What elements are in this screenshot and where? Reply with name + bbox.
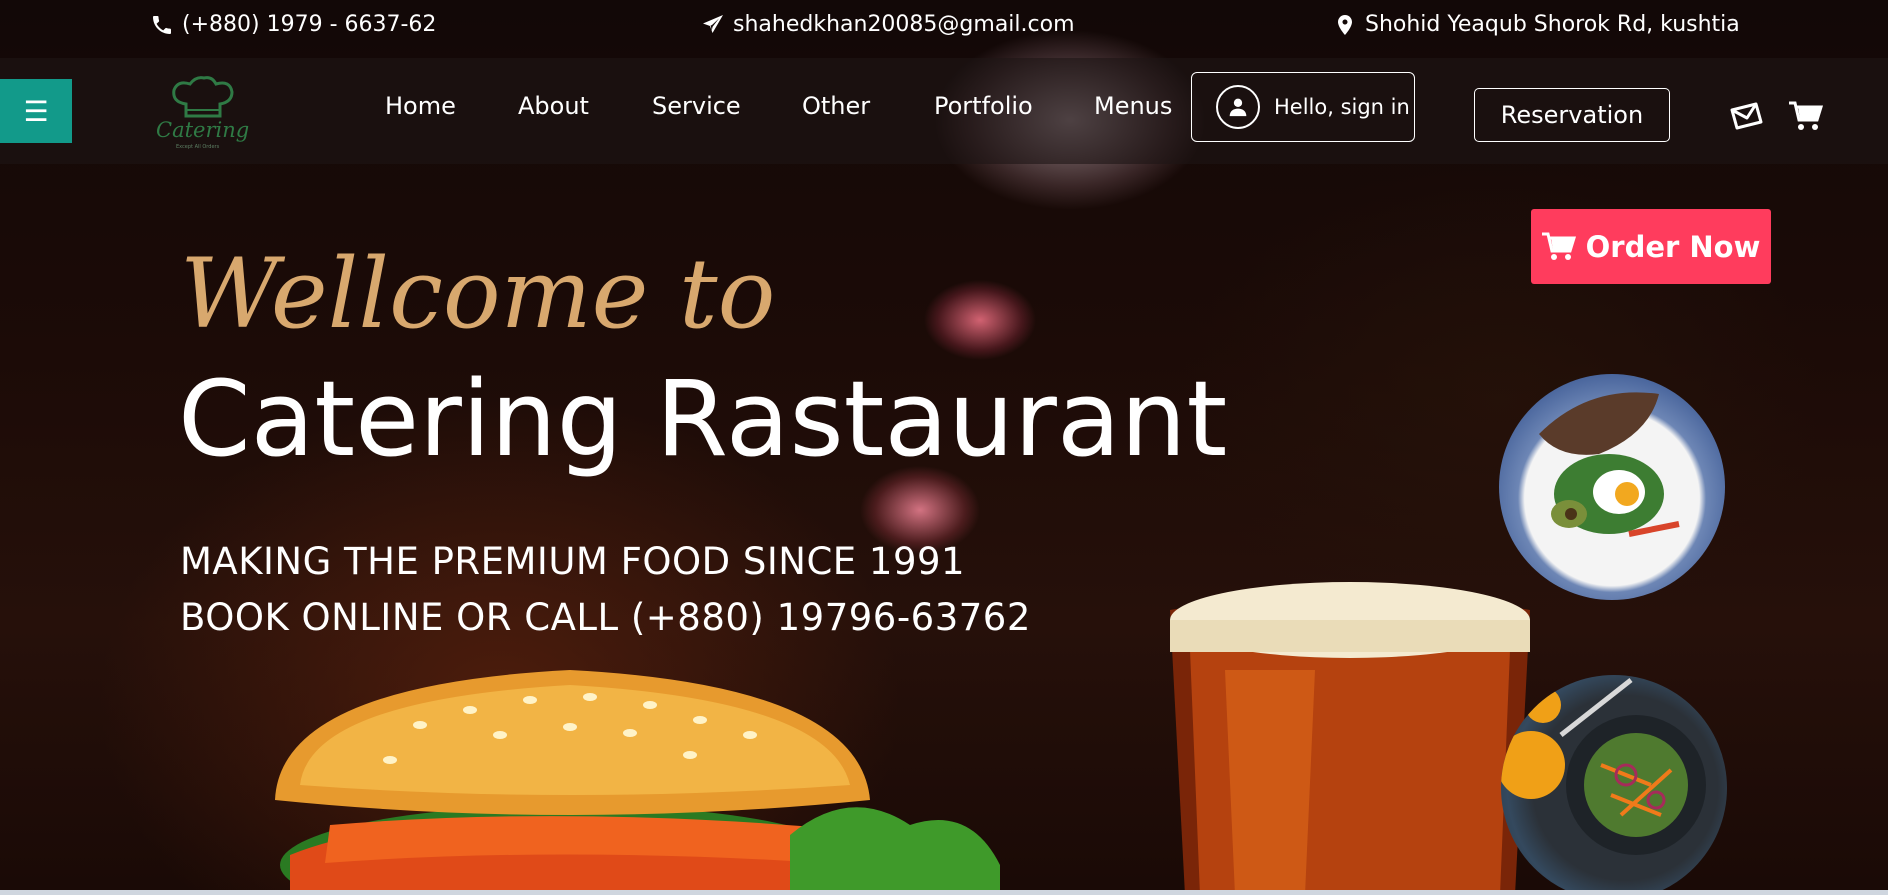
- contact-email[interactable]: shahedkhan20085@gmail.com: [701, 12, 1075, 37]
- chef-hat-icon: [172, 76, 234, 118]
- contact-address[interactable]: Shohid Yeaqub Shorok Rd, kushtia: [1333, 12, 1740, 37]
- contact-email-text: shahedkhan20085@gmail.com: [733, 12, 1075, 37]
- order-now-button[interactable]: Order Now: [1531, 209, 1771, 284]
- contact-phone-text: (+880) 1979 - 6637-62: [182, 12, 437, 37]
- reservation-label: Reservation: [1500, 101, 1644, 129]
- map-pin-icon: [1338, 14, 1352, 35]
- bottom-strip: [0, 890, 1888, 895]
- hamburger-menu-button[interactable]: ☰: [0, 79, 72, 143]
- beer-glass-image: [1170, 582, 1530, 890]
- paper-plane-icon: [703, 14, 723, 33]
- burger-image: [275, 670, 1000, 890]
- main-navbar: ☰ Catering Except All Orders Home About …: [0, 58, 1888, 164]
- egg-salad-plate-image: [1499, 374, 1725, 600]
- tagline-line1: MAKING THE PREMIUM FOOD SINCE 1991: [180, 540, 966, 583]
- tagline-line2: BOOK ONLINE OR CALL (+880) 19796-63762: [180, 596, 1031, 639]
- reservation-button[interactable]: Reservation: [1474, 88, 1670, 142]
- welcome-heading: Wellcome to: [180, 238, 776, 350]
- contact-info-bar: (+880) 1979 - 6637-62 shahedkhan20085@gm…: [0, 0, 1888, 56]
- nav-other[interactable]: Other: [802, 92, 870, 120]
- nav-service[interactable]: Service: [652, 92, 741, 120]
- hamburger-icon: ☰: [23, 94, 49, 128]
- cart-icon: [1541, 232, 1576, 260]
- sign-in-label: Hello, sign in: [1274, 95, 1410, 119]
- contact-phone[interactable]: (+880) 1979 - 6637-62: [150, 12, 436, 37]
- site-logo[interactable]: Catering Except All Orders: [154, 76, 249, 154]
- nav-about[interactable]: About: [518, 92, 589, 120]
- user-icon: [1229, 98, 1247, 117]
- user-avatar: [1216, 85, 1260, 129]
- cart-icon[interactable]: [1789, 100, 1823, 132]
- nav-portfolio[interactable]: Portfolio: [934, 92, 1033, 120]
- logo-subtext: Except All Orders: [176, 144, 220, 150]
- order-now-label: Order Now: [1585, 229, 1761, 264]
- contact-address-text: Shohid Yeaqub Shorok Rd, kushtia: [1365, 12, 1740, 37]
- salad-bowl-image: [1501, 675, 1727, 890]
- envelope-icon[interactable]: [1728, 100, 1764, 132]
- phone-icon: [153, 15, 171, 34]
- sign-in-button[interactable]: Hello, sign in: [1191, 72, 1415, 142]
- nav-home[interactable]: Home: [385, 92, 456, 120]
- logo-text: Catering: [156, 118, 250, 142]
- nav-menus[interactable]: Menus: [1094, 92, 1172, 120]
- page-title: Catering Rastaurant: [178, 358, 1228, 480]
